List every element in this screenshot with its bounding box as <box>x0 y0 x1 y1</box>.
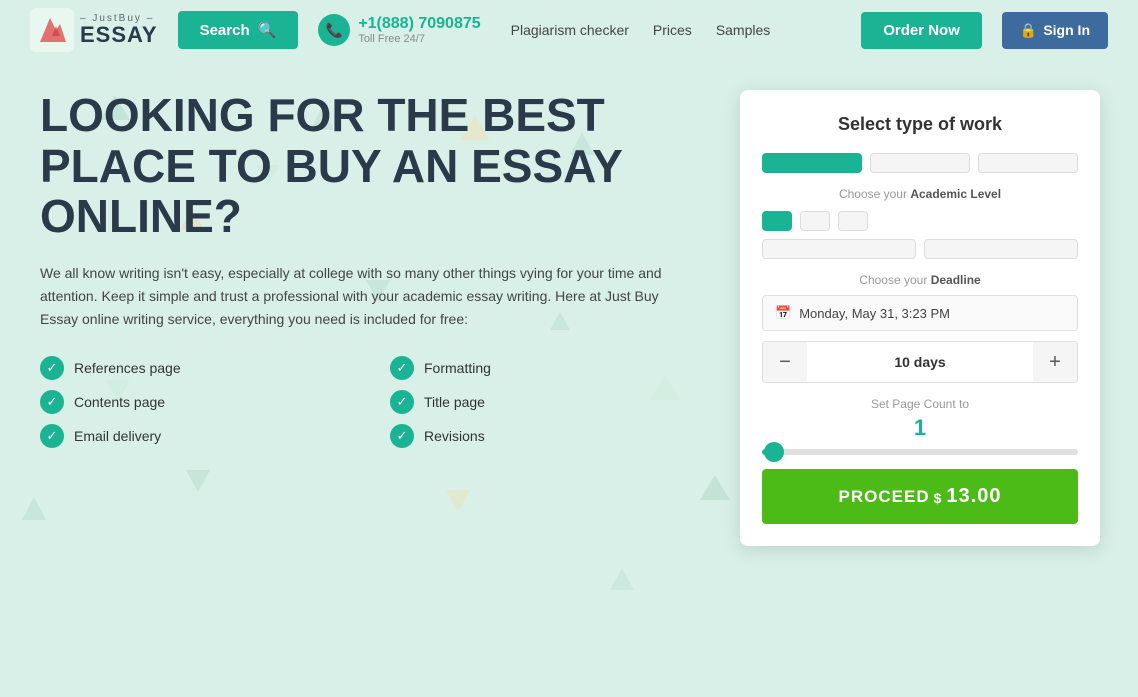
phone-number: +1(888) 7090875 <box>358 15 480 33</box>
phone-icon: 📞 <box>318 14 350 46</box>
work-type-writing[interactable] <box>762 153 862 173</box>
check-icon: ✓ <box>390 390 414 414</box>
academic-level-group-2 <box>762 239 1078 259</box>
hero-title: LOOKING FOR THE BEST PLACE TO BUY AN ESS… <box>40 90 700 242</box>
list-item: ✓ Title page <box>390 390 700 414</box>
proceed-button[interactable]: PROCEED $ 13.00 <box>762 469 1078 524</box>
slider-thumb[interactable] <box>764 442 784 462</box>
days-value: 10 days <box>807 354 1033 370</box>
work-type-editing[interactable] <box>870 153 970 173</box>
feature-label: Title page <box>424 394 485 410</box>
logo-title: ESSAY <box>80 24 158 46</box>
page-count-label: Set Page Count to <box>762 397 1078 411</box>
list-item: ✓ Revisions <box>390 424 700 448</box>
check-icon: ✓ <box>390 356 414 380</box>
hero-description: We all know writing isn't easy, especial… <box>40 262 700 331</box>
check-icon: ✓ <box>390 424 414 448</box>
feature-label: Contents page <box>74 394 165 410</box>
logo[interactable]: – JustBuy – ESSAY <box>30 8 158 52</box>
proceed-label: PROCEED <box>839 487 930 507</box>
search-button[interactable]: Search 🔍 <box>178 11 299 49</box>
feature-label: References page <box>74 360 181 376</box>
deadline-label: Choose your Deadline <box>762 273 1078 287</box>
level-college[interactable] <box>800 211 830 231</box>
proceed-price: 13.00 <box>946 485 1001 508</box>
widget-title: Select type of work <box>762 114 1078 135</box>
page-count-value: 1 <box>762 415 1078 441</box>
work-type-slides[interactable] <box>978 153 1078 173</box>
proceed-dollar: $ <box>934 490 943 506</box>
days-decrease-button[interactable]: − <box>763 342 807 382</box>
list-item: ✓ References page <box>40 356 350 380</box>
main-content: LOOKING FOR THE BEST PLACE TO BUY AN ESS… <box>0 60 1138 566</box>
check-icon: ✓ <box>40 424 64 448</box>
nav-plagiarism[interactable]: Plagiarism checker <box>511 22 629 38</box>
feature-label: Email delivery <box>74 428 161 444</box>
academic-level-label: Choose your Academic Level <box>762 187 1078 201</box>
sign-in-label: Sign In <box>1043 22 1090 38</box>
feature-label: Revisions <box>424 428 485 444</box>
list-item: ✓ Email delivery <box>40 424 350 448</box>
feature-label: Formatting <box>424 360 491 376</box>
lock-icon: 🔒 <box>1020 22 1037 39</box>
academic-level-group <box>762 211 1078 231</box>
level-high-school[interactable] <box>762 211 792 231</box>
header: – JustBuy – ESSAY Search 🔍 📞 +1(888) 709… <box>0 0 1138 60</box>
search-label: Search <box>200 22 250 39</box>
order-widget: Select type of work Choose your Academic… <box>740 90 1100 546</box>
list-item: ✓ Contents page <box>40 390 350 414</box>
search-icon: 🔍 <box>258 21 277 39</box>
page-count-slider[interactable] <box>762 449 1078 455</box>
slider-track <box>762 449 1078 455</box>
toll-free-text: Toll Free 24/7 <box>358 33 480 45</box>
check-icon: ✓ <box>40 356 64 380</box>
deadline-date-display[interactable]: 📅 Monday, May 31, 3:23 PM <box>762 295 1078 331</box>
hero-section: LOOKING FOR THE BEST PLACE TO BUY AN ESS… <box>40 90 700 448</box>
level-phd[interactable] <box>924 239 1078 259</box>
level-university[interactable] <box>838 211 868 231</box>
check-icon: ✓ <box>40 390 64 414</box>
list-item: ✓ Formatting <box>390 356 700 380</box>
days-increase-button[interactable]: + <box>1033 342 1077 382</box>
nav-prices[interactable]: Prices <box>653 22 692 38</box>
days-counter: − 10 days + <box>762 341 1078 383</box>
nav-samples[interactable]: Samples <box>716 22 770 38</box>
calendar-icon: 📅 <box>775 305 791 321</box>
phone-area: 📞 +1(888) 7090875 Toll Free 24/7 <box>318 14 480 46</box>
sign-in-button[interactable]: 🔒 Sign In <box>1002 12 1108 49</box>
work-type-group <box>762 153 1078 173</box>
deadline-date-text: Monday, May 31, 3:23 PM <box>799 306 950 321</box>
order-now-button[interactable]: Order Now <box>861 12 982 49</box>
main-nav: Plagiarism checker Prices Samples <box>511 22 771 38</box>
features-list: ✓ References page ✓ Formatting ✓ Content… <box>40 356 700 448</box>
level-masters[interactable] <box>762 239 916 259</box>
